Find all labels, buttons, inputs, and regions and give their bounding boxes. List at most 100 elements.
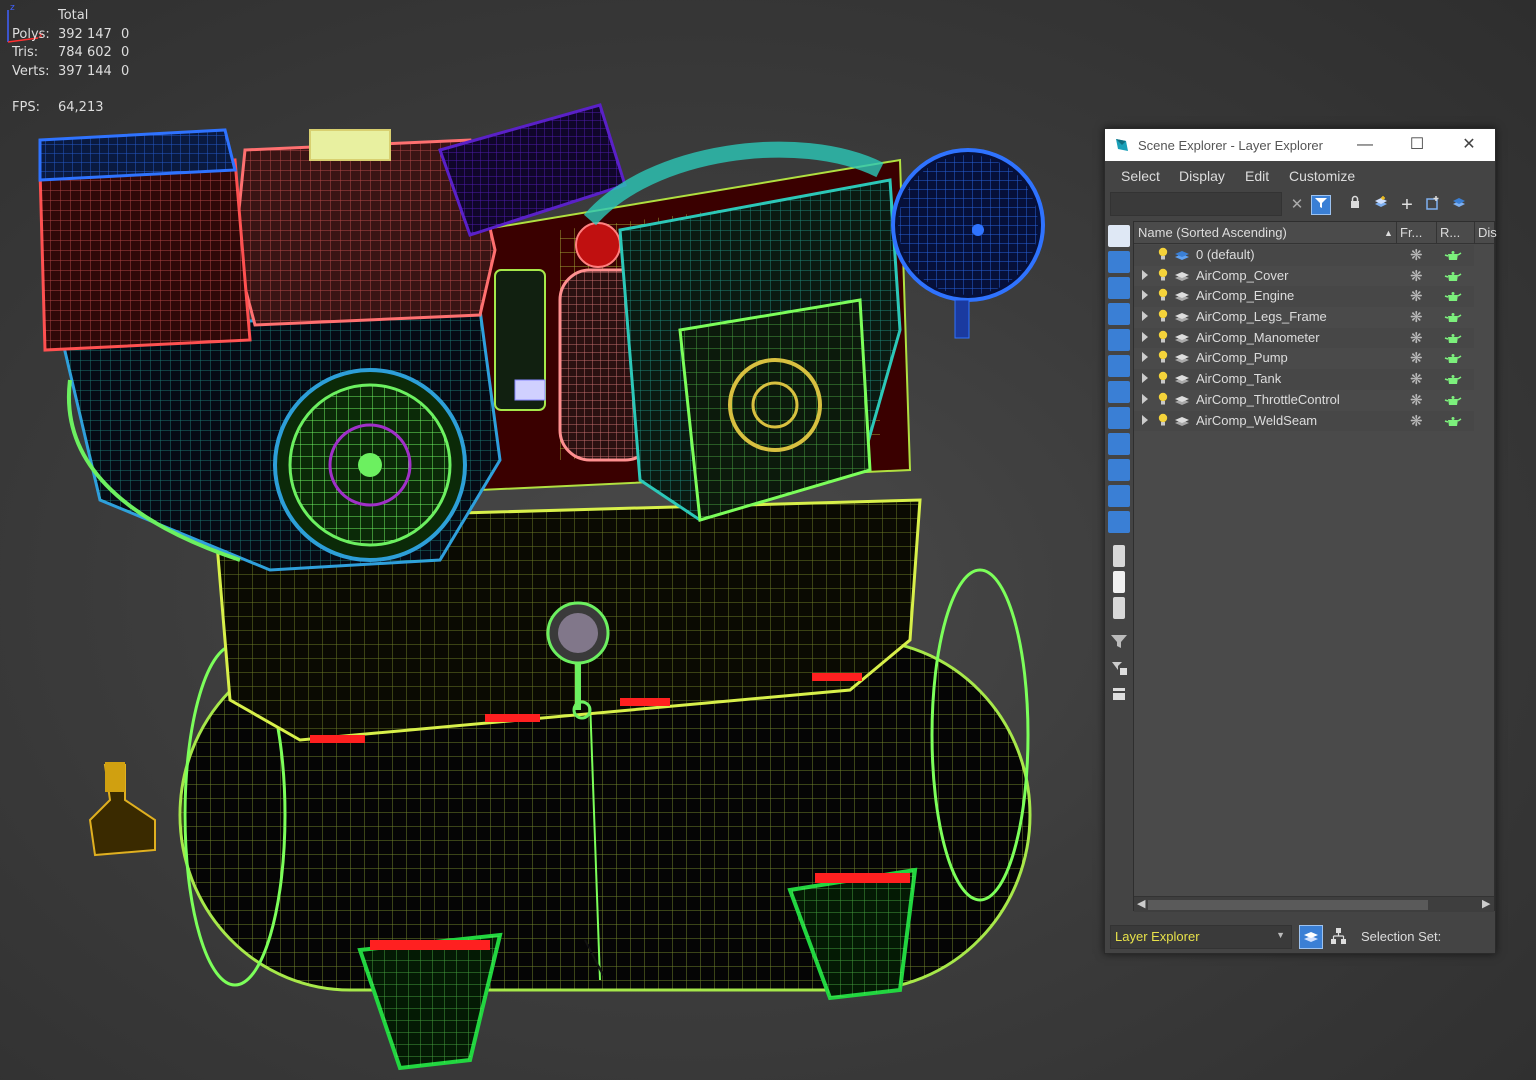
scene-explorer-window[interactable]: Scene Explorer - Layer Explorer — ☐ ✕ Se… [1104, 128, 1497, 954]
layer-row[interactable]: AirComp_ThrottleControl ❋ [1134, 390, 1474, 411]
clear-search-icon[interactable]: ✕ [1287, 195, 1307, 215]
sort-by-layers-icon[interactable] [1299, 925, 1323, 949]
freeze-snowflake-icon[interactable]: ❋ [1410, 370, 1423, 388]
layer-row[interactable]: AirComp_Engine ❋ [1134, 286, 1474, 308]
scrollbar-thumb[interactable] [1148, 900, 1428, 910]
window-titlebar[interactable]: Scene Explorer - Layer Explorer — ☐ ✕ [1105, 129, 1495, 161]
display-spacewarps-icon[interactable] [1108, 381, 1130, 403]
column-name[interactable]: Name (Sorted Ascending) [1138, 225, 1287, 240]
new-layer-icon[interactable] [1371, 195, 1391, 215]
expand-arrow-icon[interactable] [1142, 269, 1148, 280]
select-all-icon[interactable] [1113, 545, 1125, 567]
explorer-status-bar: Layer Explorer ▼ Selection Set: [1105, 921, 1495, 953]
layer-row[interactable]: AirComp_Tank ❋ [1134, 369, 1474, 390]
stats-header: Total [58, 8, 89, 23]
column-render[interactable]: R... [1440, 225, 1460, 240]
menu-customize[interactable]: Customize [1289, 168, 1355, 184]
filter-list-icon[interactable] [1108, 657, 1130, 679]
render-teapot-icon[interactable] [1444, 372, 1462, 386]
display-cameras-icon[interactable] [1108, 329, 1130, 351]
render-teapot-icon[interactable] [1444, 331, 1462, 345]
render-teapot-icon[interactable] [1444, 310, 1462, 324]
render-teapot-icon[interactable] [1444, 351, 1462, 365]
layer-row[interactable]: AirComp_Manometer ❋ [1134, 327, 1474, 349]
expand-arrow-icon[interactable] [1142, 352, 1148, 363]
freeze-snowflake-icon[interactable]: ❋ [1410, 349, 1423, 367]
display-frozen-icon[interactable] [1108, 511, 1130, 533]
display-lights-icon[interactable] [1108, 303, 1130, 325]
freeze-snowflake-icon[interactable]: ❋ [1410, 246, 1423, 264]
lightbulb-icon[interactable] [1158, 350, 1168, 364]
lightbulb-icon[interactable] [1158, 413, 1168, 427]
sort-by-hierarchy-icon[interactable] [1327, 925, 1351, 949]
search-input[interactable] [1110, 192, 1282, 216]
horizontal-scrollbar[interactable]: ◀ ▶ [1134, 896, 1494, 912]
layer-stack-icon [1175, 354, 1189, 364]
layer-list[interactable]: Name (Sorted Ascending) ▲ Fr... R... Dis… [1133, 221, 1497, 912]
layer-properties-icon[interactable] [1449, 195, 1469, 215]
layer-name: AirComp_WeldSeam [1196, 412, 1318, 428]
menu-edit[interactable]: Edit [1245, 168, 1269, 184]
filter-funnel-icon[interactable] [1108, 631, 1130, 653]
add-icon[interactable]: + [1397, 195, 1417, 215]
display-none-icon[interactable] [1108, 225, 1130, 247]
layer-name: AirComp_Manometer [1196, 329, 1320, 345]
expand-arrow-icon[interactable] [1142, 373, 1148, 384]
layer-name: AirComp_Engine [1196, 288, 1295, 304]
freeze-snowflake-icon[interactable]: ❋ [1410, 267, 1423, 285]
select-invert-icon[interactable] [1113, 597, 1125, 619]
lightbulb-icon[interactable] [1158, 288, 1168, 302]
expand-arrow-icon[interactable] [1142, 311, 1148, 322]
scroll-left-icon[interactable]: ◀ [1137, 897, 1145, 910]
display-containers-icon[interactable] [1108, 485, 1130, 507]
expand-arrow-icon[interactable] [1142, 290, 1148, 301]
filter-toggle-icon[interactable] [1311, 195, 1331, 215]
layer-row[interactable]: AirComp_Legs_Frame ❋ [1134, 307, 1474, 328]
close-icon[interactable]: ✕ [1449, 133, 1489, 157]
expand-arrow-icon[interactable] [1142, 414, 1148, 425]
display-helpers-icon[interactable] [1108, 355, 1130, 377]
menu-display[interactable]: Display [1179, 168, 1225, 184]
add-selected-icon[interactable] [1423, 195, 1443, 215]
layer-row[interactable]: 0 (default) ❋ [1134, 245, 1474, 266]
lightbulb-icon[interactable] [1158, 330, 1168, 344]
freeze-snowflake-icon[interactable]: ❋ [1410, 412, 1423, 430]
display-xrefs-icon[interactable] [1108, 433, 1130, 455]
layer-row[interactable]: AirComp_WeldSeam ❋ [1134, 410, 1474, 432]
column-display[interactable]: Dis [1478, 225, 1497, 240]
render-teapot-icon[interactable] [1444, 269, 1462, 283]
display-shapes-icon[interactable] [1108, 277, 1130, 299]
lock-icon[interactable] [1345, 195, 1365, 215]
lightbulb-icon[interactable] [1158, 371, 1168, 385]
layer-stack-icon [1175, 271, 1189, 281]
column-frozen[interactable]: Fr... [1400, 225, 1422, 240]
lightbulb-icon[interactable] [1158, 309, 1168, 323]
freeze-snowflake-icon[interactable]: ❋ [1410, 391, 1423, 409]
layer-stack-icon [1175, 333, 1189, 343]
freeze-snowflake-icon[interactable]: ❋ [1410, 287, 1423, 305]
minimize-icon[interactable]: — [1345, 133, 1385, 157]
menu-select[interactable]: Select [1121, 168, 1160, 184]
render-teapot-icon[interactable] [1444, 393, 1462, 407]
render-teapot-icon[interactable] [1444, 414, 1462, 428]
expand-arrow-icon[interactable] [1142, 331, 1148, 342]
select-none-icon[interactable] [1113, 571, 1125, 593]
render-teapot-icon[interactable] [1444, 248, 1462, 262]
scroll-right-icon[interactable]: ▶ [1482, 897, 1490, 910]
freeze-snowflake-icon[interactable]: ❋ [1410, 329, 1423, 347]
display-geometry-icon[interactable] [1108, 251, 1130, 273]
lightbulb-icon[interactable] [1158, 268, 1168, 282]
air-filter-cover-wireframe [38, 128, 252, 352]
explorer-type-dropdown[interactable]: Layer Explorer ▼ [1110, 925, 1292, 949]
display-bones-icon[interactable] [1108, 459, 1130, 481]
expand-arrow-icon[interactable] [1142, 393, 1148, 404]
layer-row[interactable]: AirComp_Cover ❋ [1134, 266, 1474, 287]
layer-row[interactable]: AirComp_Pump ❋ [1134, 348, 1474, 369]
filter-settings-icon[interactable] [1108, 683, 1130, 705]
maximize-icon[interactable]: ☐ [1397, 133, 1437, 157]
render-teapot-icon[interactable] [1444, 289, 1462, 303]
display-groups-icon[interactable] [1108, 407, 1130, 429]
freeze-snowflake-icon[interactable]: ❋ [1410, 308, 1423, 326]
lightbulb-icon[interactable] [1158, 247, 1168, 261]
lightbulb-icon[interactable] [1158, 392, 1168, 406]
